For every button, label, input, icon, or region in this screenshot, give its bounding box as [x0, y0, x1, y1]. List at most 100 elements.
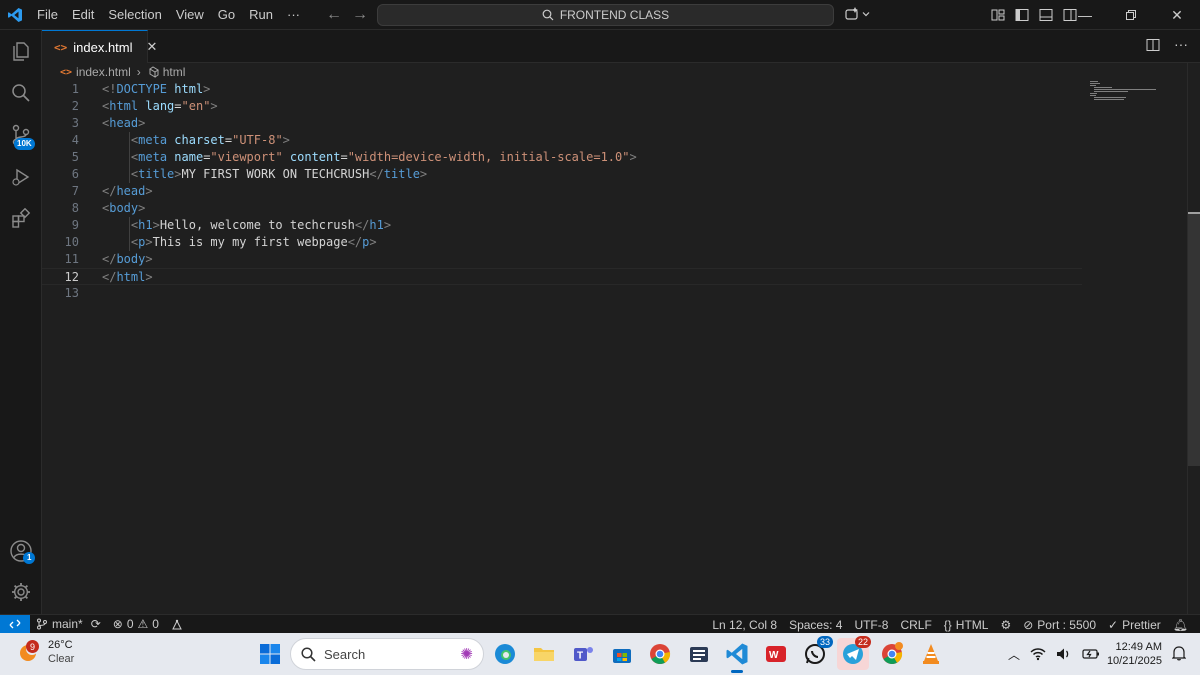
line-number[interactable]: 2 — [42, 98, 79, 115]
line-number[interactable]: 11 — [42, 251, 79, 268]
taskbar-wps[interactable]: W — [760, 638, 792, 670]
breadcrumb-symbol[interactable]: html — [163, 65, 186, 79]
code-line[interactable]: 8 <body> — [42, 200, 1082, 217]
wifi-icon[interactable] — [1030, 647, 1046, 661]
code-line[interactable]: 6 <title>MY FIRST WORK ON TECHCRUSH</tit… — [42, 166, 1082, 183]
code-line[interactable]: 10 <p>This is my my first webpage</p> — [42, 234, 1082, 251]
restore-button[interactable] — [1108, 0, 1154, 30]
forward-arrow-icon[interactable]: → — [352, 6, 368, 24]
menu-selection[interactable]: Selection — [101, 0, 168, 30]
breadcrumb-file[interactable]: index.html — [76, 65, 131, 79]
taskbar-vlc[interactable] — [915, 638, 947, 670]
run-debug-button[interactable] — [0, 156, 42, 198]
code-line[interactable]: 9 <h1>Hello, welcome to techcrush</h1> — [42, 217, 1082, 234]
taskbar-chrome-profile[interactable] — [876, 638, 908, 670]
minimize-button[interactable]: — — [1062, 0, 1108, 30]
line-number[interactable]: 5 — [42, 149, 79, 166]
window-controls: — ✕ — [1062, 0, 1200, 30]
line-number[interactable]: 7 — [42, 183, 79, 200]
taskbar-file-explorer[interactable] — [528, 638, 560, 670]
code-line[interactable]: 5 <meta name="viewport" content="width=d… — [42, 149, 1082, 166]
menu-edit[interactable]: Edit — [65, 0, 101, 30]
chevron-up-icon[interactable]: ︿ — [1008, 646, 1020, 663]
remote-indicator[interactable] — [0, 614, 30, 634]
more-actions-icon[interactable]: ··· — [1174, 37, 1188, 52]
toggle-primary-sidebar-icon[interactable] — [1014, 7, 1030, 23]
line-number[interactable]: 9 — [42, 217, 79, 234]
broadcast-icon — [172, 619, 182, 630]
accounts-button[interactable]: 1 — [0, 530, 42, 572]
menu-view[interactable]: View — [169, 0, 211, 30]
weather-badge: 9 — [26, 640, 39, 653]
toggle-panel-icon[interactable] — [1038, 7, 1054, 23]
encoding[interactable]: UTF-8 — [848, 615, 894, 634]
taskbar-telegram[interactable]: 22 — [837, 636, 872, 670]
code-line[interactable]: 2 <html lang="en"> — [42, 98, 1082, 115]
notifications-status[interactable]: 🔔︎ — [1167, 615, 1194, 634]
line-number[interactable]: 13 — [42, 285, 79, 302]
start-button[interactable] — [254, 638, 286, 670]
code-line[interactable]: 12 </html> — [42, 268, 1082, 285]
line-number[interactable]: 1 — [42, 81, 79, 98]
menu-more[interactable]: ··· — [280, 0, 307, 30]
copilot-status[interactable]: ⚙ — [994, 615, 1017, 634]
line-number[interactable]: 4 — [42, 132, 79, 149]
menu-go[interactable]: Go — [211, 0, 242, 30]
minimap[interactable] — [1090, 81, 1160, 101]
problems-status[interactable]: ⊗ 0 ⚠ 0 — [107, 615, 165, 634]
explorer-button[interactable] — [0, 30, 42, 72]
search-view-button[interactable] — [0, 72, 42, 114]
line-number[interactable]: 3 — [42, 115, 79, 132]
tab-index-html[interactable]: <> index.html ✕ — [42, 30, 157, 63]
taskbar-teams[interactable]: T — [567, 638, 599, 670]
clock[interactable]: 12:49 AM 10/21/2025 — [1104, 640, 1162, 668]
taskbar-store[interactable] — [606, 638, 638, 670]
split-editor-icon[interactable] — [1146, 38, 1160, 52]
branch-status[interactable]: main* ⟳ — [30, 615, 107, 634]
code-line[interactable]: 4 <meta charset="UTF-8"> — [42, 132, 1082, 149]
copilot-button[interactable] — [844, 6, 870, 22]
scrollbar-thumb[interactable] — [1188, 212, 1200, 466]
menu-file[interactable]: File — [30, 0, 65, 30]
code-line[interactable]: 13 — [42, 285, 1082, 302]
menu-run[interactable]: Run — [242, 0, 280, 30]
code-line[interactable]: 1 <!DOCTYPE html> — [42, 81, 1082, 98]
command-center[interactable]: FRONTEND CLASS — [377, 4, 834, 26]
line-number[interactable]: 12 — [42, 269, 79, 286]
source-control-button[interactable]: 10K — [0, 114, 42, 156]
code-line[interactable]: 3 <head> — [42, 115, 1082, 132]
weather-widget[interactable]: 9 26°C Clear — [16, 638, 74, 666]
taskbar-edge[interactable] — [489, 638, 521, 670]
taskbar-whatsapp[interactable]: 33 — [799, 636, 834, 670]
indentation[interactable]: Spaces: 4 — [783, 615, 848, 634]
volume-icon[interactable] — [1056, 647, 1072, 661]
cursor-position[interactable]: Ln 12, Col 8 — [706, 615, 783, 634]
language-mode[interactable]: {} HTML — [938, 615, 995, 634]
extensions-button[interactable] — [0, 198, 42, 240]
taskbar-chrome[interactable] — [644, 638, 676, 670]
title-bar: File Edit Selection View Go Run ··· ← → … — [0, 0, 1200, 30]
tab-close-icon[interactable]: ✕ — [147, 39, 158, 55]
back-arrow-icon[interactable]: ← — [326, 6, 342, 24]
code-token: > — [145, 184, 153, 198]
code-line[interactable]: 7 </head> — [42, 183, 1082, 200]
end-of-line[interactable]: CRLF — [894, 615, 937, 634]
customize-layout-icon[interactable] — [990, 7, 1006, 23]
battery-icon[interactable] — [1082, 647, 1100, 661]
taskbar-search[interactable]: Search ✺ — [290, 638, 484, 670]
live-server-status[interactable]: ⊘ Port : 5500 — [1017, 615, 1102, 634]
notification-center[interactable] — [1171, 645, 1187, 664]
ports-status[interactable] — [165, 615, 189, 634]
code-line[interactable]: 11 </body> — [42, 251, 1082, 268]
line-number[interactable]: 10 — [42, 234, 79, 251]
line-number[interactable]: 8 — [42, 200, 79, 217]
sync-icon[interactable]: ⟳ — [91, 617, 101, 631]
close-window-button[interactable]: ✕ — [1154, 0, 1200, 30]
svg-text:W: W — [769, 650, 779, 661]
prettier-status[interactable]: ✓ Prettier — [1102, 615, 1167, 634]
manage-button[interactable] — [0, 571, 42, 613]
code-editor[interactable]: 1 <!DOCTYPE html> 2 <html lang="en"> 3 <head>… — [42, 81, 1187, 614]
taskbar-app[interactable] — [683, 638, 715, 670]
taskbar-vscode[interactable] — [721, 638, 753, 673]
line-number[interactable]: 6 — [42, 166, 79, 183]
